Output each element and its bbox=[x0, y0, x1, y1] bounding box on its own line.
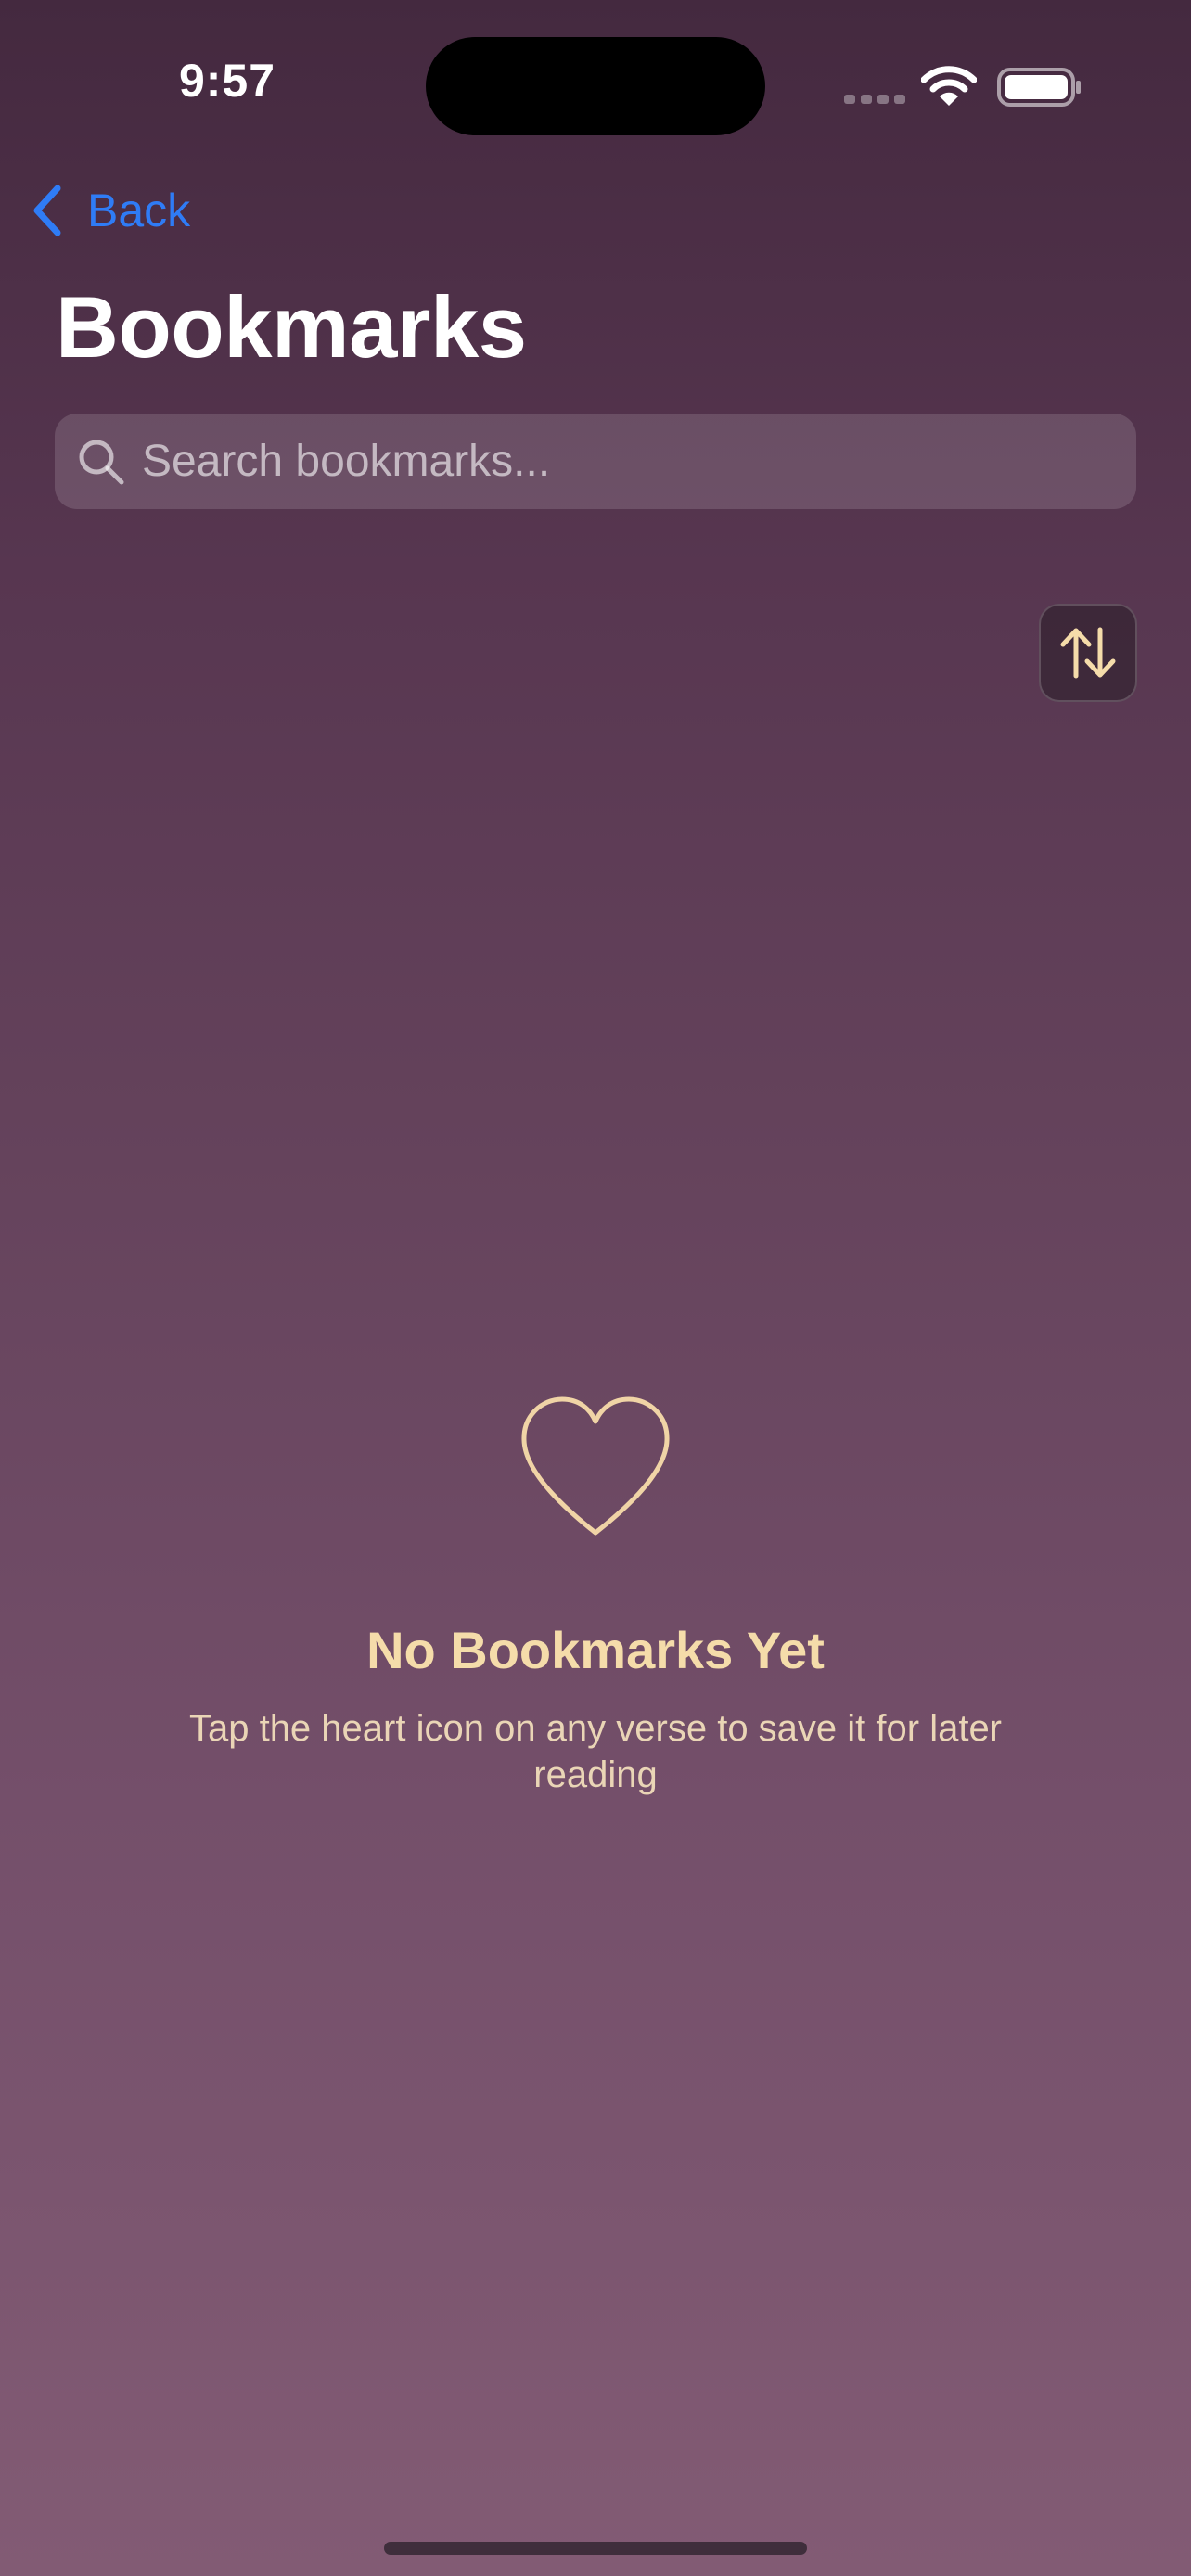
dynamic-island bbox=[426, 37, 765, 135]
empty-state: No Bookmarks Yet Tap the heart icon on a… bbox=[0, 1396, 1191, 1798]
bookmarks-screen: 9:57 Back Bookmarks Search bookmarks... … bbox=[0, 0, 1191, 2576]
back-button[interactable]: Back bbox=[32, 178, 190, 243]
sort-button[interactable] bbox=[1039, 604, 1137, 702]
page-title: Bookmarks bbox=[56, 278, 527, 376]
heart-outline-icon bbox=[521, 1396, 670, 1536]
search-field[interactable] bbox=[55, 414, 1136, 509]
search-icon bbox=[79, 440, 124, 484]
home-indicator[interactable] bbox=[384, 2542, 807, 2555]
back-label: Back bbox=[87, 185, 191, 236]
search-input[interactable] bbox=[140, 418, 1136, 504]
sort-arrows-icon bbox=[1060, 627, 1116, 679]
battery-icon bbox=[997, 68, 1081, 107]
status-time: 9:57 bbox=[178, 55, 276, 107]
empty-state-title: No Bookmarks Yet bbox=[366, 1621, 825, 1679]
wifi-icon bbox=[921, 66, 977, 106]
cellular-signal-icon bbox=[844, 95, 905, 104]
chevron-left-icon bbox=[33, 185, 61, 236]
empty-state-message: Tap the heart icon on any verse to save … bbox=[188, 1707, 1003, 1795]
